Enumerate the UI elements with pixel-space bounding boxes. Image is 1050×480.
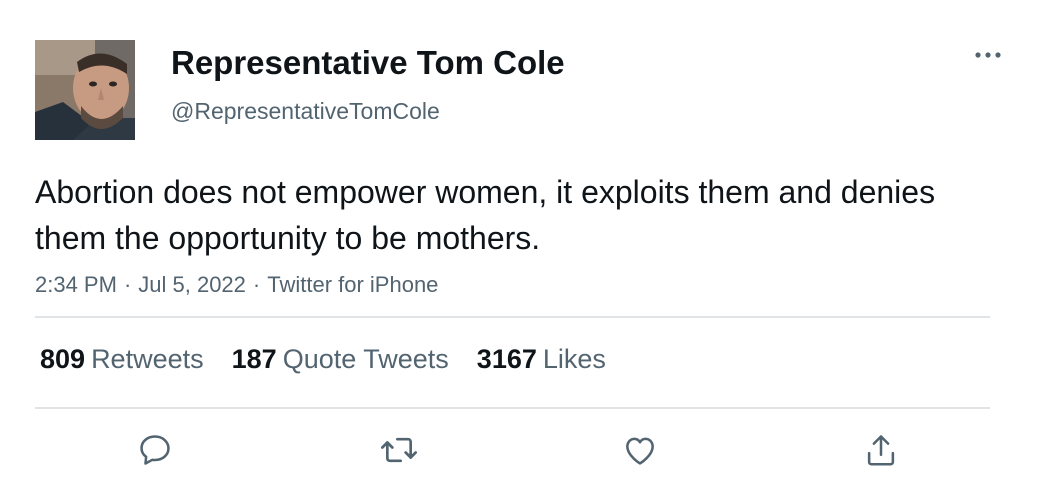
retweet-icon [381,437,417,463]
meta-separator: · [123,272,132,297]
tweet-source[interactable]: Twitter for iPhone [267,272,438,297]
author-display-name[interactable]: Representative Tom Cole [171,43,565,83]
reply-button[interactable] [133,428,177,472]
share-button[interactable] [859,428,903,472]
divider [35,407,990,409]
heart-icon [626,437,654,465]
tweet-date[interactable]: Jul 5, 2022 [138,272,246,297]
engagement-stats: 809 Retweets 187 Quote Tweets 3167 Likes [40,341,634,377]
likes-label: Likes [542,344,606,374]
more-horizontal-icon [975,52,1001,58]
avatar-photo [35,40,135,140]
retweets-count: 809 [40,344,86,374]
quote-tweets-label: Quote Tweets [282,344,449,374]
tweet-meta: 2:34 PM · Jul 5, 2022 · Twitter for iPhone [35,270,438,300]
retweet-button[interactable] [377,428,421,472]
more-options-button[interactable] [966,40,1010,70]
author-handle[interactable]: @RepresentativeTomCole [171,97,440,125]
retweets-label: Retweets [91,344,204,374]
tweet-text: Abortion does not empower women, it expl… [35,174,936,256]
retweets-stat[interactable]: 809 Retweets [40,341,204,377]
share-icon [867,435,895,466]
quote-tweets-stat[interactable]: 187 Quote Tweets [232,341,449,377]
avatar[interactable] [35,40,135,140]
like-button[interactable] [618,428,662,472]
tweet-card: Representative Tom Cole @RepresentativeT… [0,0,1050,480]
likes-stat[interactable]: 3167 Likes [477,341,606,377]
quote-tweets-count: 187 [231,344,277,374]
divider [35,316,990,318]
reply-icon [140,435,170,465]
likes-count: 3167 [476,344,537,374]
meta-separator: · [252,272,261,297]
tweet-time[interactable]: 2:34 PM [35,272,117,297]
